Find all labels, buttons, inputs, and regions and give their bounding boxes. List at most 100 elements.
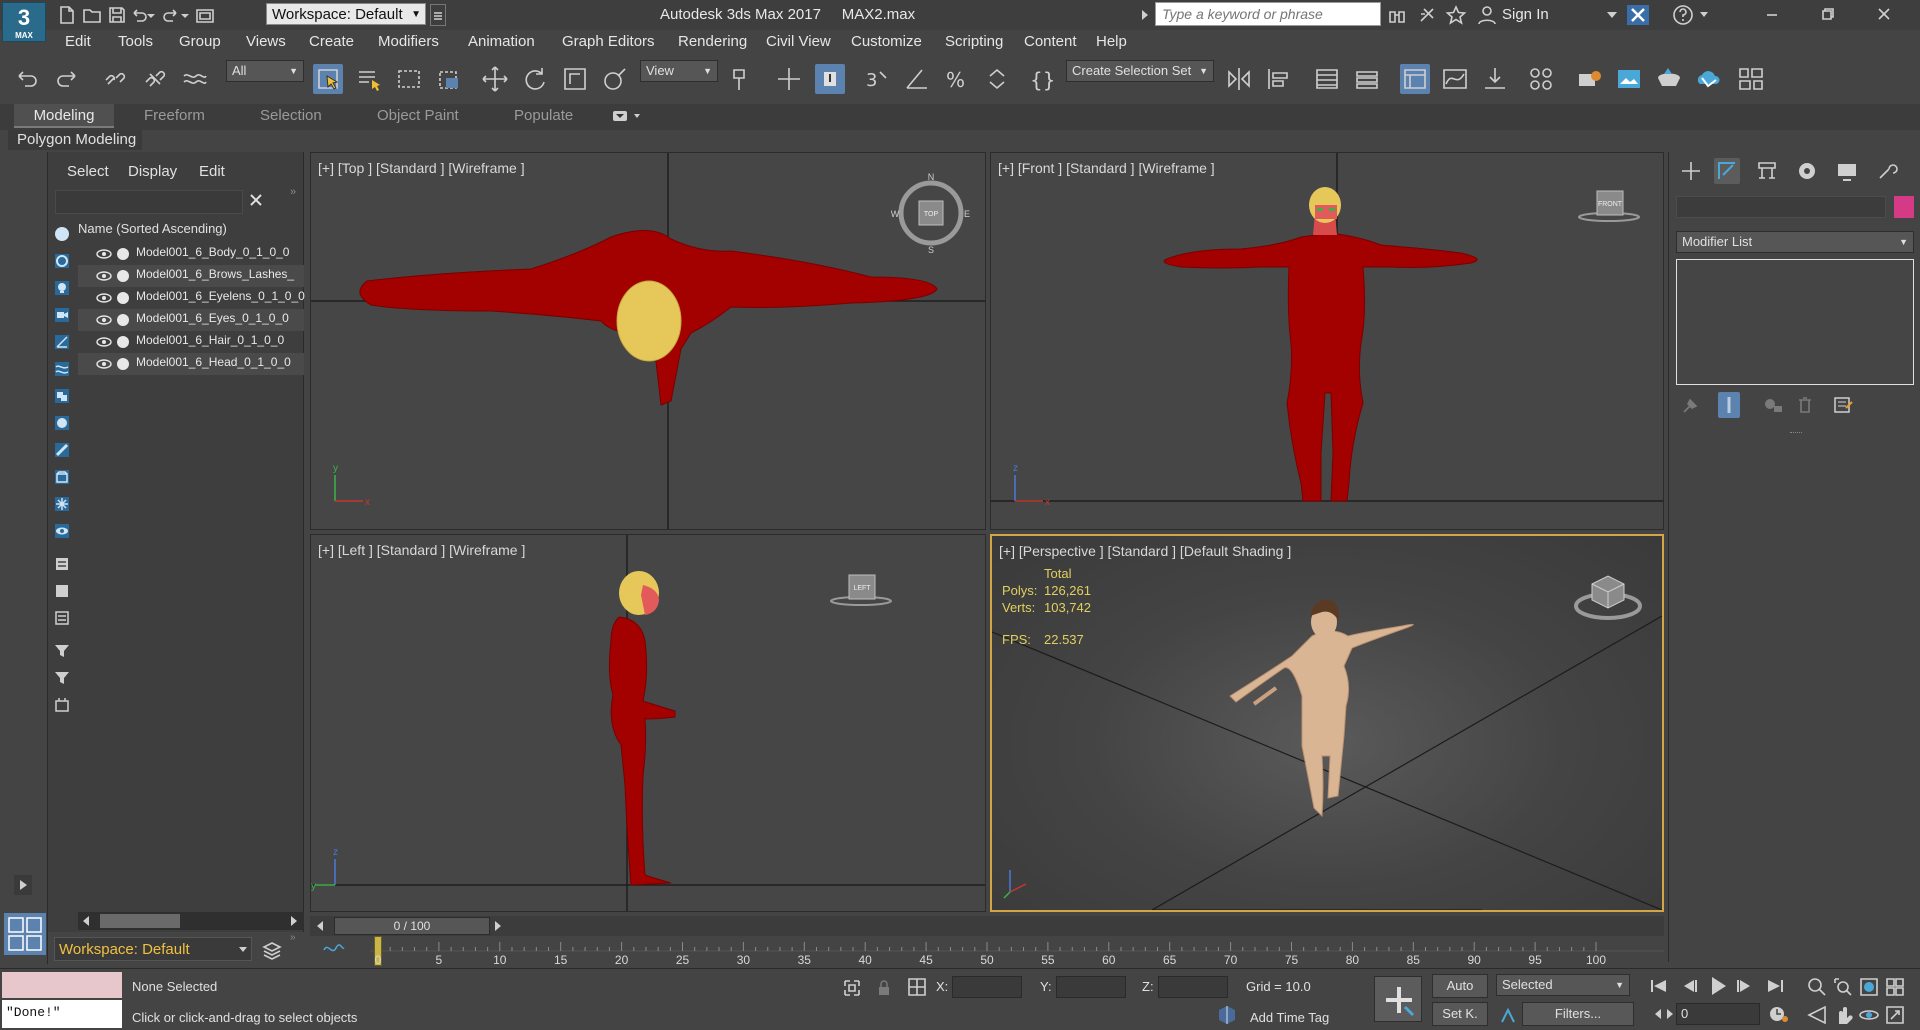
render-in-cloud-icon[interactable] <box>1694 64 1724 94</box>
menu-rendering[interactable]: Rendering <box>678 33 747 50</box>
ribbon-tab-selection[interactable]: Selection <box>260 107 322 124</box>
menu-edit[interactable]: Edit <box>65 33 91 50</box>
redo-icon[interactable] <box>160 4 182 26</box>
explorer-workspace-dropdown-icon[interactable] <box>238 944 248 954</box>
viewcube-left[interactable]: LEFT <box>823 571 903 611</box>
go-to-start-icon[interactable] <box>1648 976 1670 996</box>
freeze-dot-icon[interactable] <box>117 314 129 326</box>
time-tag-icon[interactable] <box>1216 1004 1238 1026</box>
viewport-perspective[interactable]: [+] [Perspective ] [Standard ] [Default … <box>990 534 1664 912</box>
search-expand-icon[interactable] <box>1140 6 1152 24</box>
autodesk-exchange-icon[interactable] <box>1627 5 1649 25</box>
show-end-result-icon[interactable] <box>1718 392 1740 418</box>
explorer-menu-edit[interactable]: Edit <box>199 163 225 180</box>
list-item[interactable]: Model001_6_Head_0_1_0_0 <box>78 353 304 375</box>
select-and-link-icon[interactable] <box>100 64 130 94</box>
add-time-tag-button[interactable]: Add Time Tag <box>1250 1010 1329 1025</box>
ribbon-options-icon[interactable] <box>612 109 642 123</box>
workspace-dropdown[interactable]: Workspace: Default ▼ <box>266 3 426 25</box>
binoculars-icon[interactable] <box>1386 4 1408 26</box>
explorer-workspace-selector[interactable]: Workspace: Default <box>54 937 252 961</box>
ribbon-toggle-icon[interactable] <box>1400 64 1430 94</box>
previous-frame-icon[interactable] <box>1678 976 1700 996</box>
close-button[interactable] <box>1856 0 1912 30</box>
isolate-selection-icon[interactable] <box>842 978 862 998</box>
motion-panel-icon[interactable] <box>1794 158 1820 184</box>
ribbon-tab-object-paint[interactable]: Object Paint <box>377 107 459 124</box>
display-object-xrefs-icon[interactable] <box>52 413 72 433</box>
visibility-eye-icon[interactable] <box>96 336 112 348</box>
menu-animation[interactable]: Animation <box>468 33 535 50</box>
y-coordinate-field[interactable] <box>1056 976 1126 998</box>
viewport-layout-icon[interactable] <box>4 913 46 955</box>
hierarchy-panel-icon[interactable] <box>1754 158 1780 184</box>
viewport-left[interactable]: z y [+] [Left ] [Standard ] [Wireframe ]… <box>310 534 986 912</box>
restore-button[interactable] <box>1800 0 1856 30</box>
field-of-view-icon[interactable] <box>1806 1004 1828 1026</box>
help-icon[interactable] <box>1672 4 1694 26</box>
viewport-label-perspective[interactable]: [+] [Perspective ] [Standard ] [Default … <box>999 543 1291 559</box>
remove-modifier-icon[interactable] <box>1794 394 1816 416</box>
visibility-eye-icon[interactable] <box>96 292 112 304</box>
go-to-end-icon[interactable] <box>1764 976 1786 996</box>
sign-in-button[interactable]: Sign In <box>1502 6 1549 23</box>
object-name-field[interactable] <box>1676 196 1886 218</box>
redo-toolbar-icon[interactable] <box>52 64 82 94</box>
time-configuration-icon[interactable] <box>1768 1004 1790 1024</box>
rotate-icon[interactable] <box>520 64 550 94</box>
key-filter-selected-dropdown[interactable]: Selected ▼ <box>1496 974 1630 996</box>
z-coordinate-field[interactable] <box>1158 976 1228 998</box>
menu-group[interactable]: Group <box>179 33 221 50</box>
menu-graph-editors[interactable]: Graph Editors <box>562 33 655 50</box>
schematic-view-icon[interactable] <box>1480 64 1510 94</box>
curve-editor-icon[interactable] <box>1440 64 1470 94</box>
display-space-warps-icon[interactable] <box>52 359 72 379</box>
align-icon[interactable] <box>1264 64 1294 94</box>
freeze-dot-icon[interactable] <box>117 248 129 260</box>
render-production-icon[interactable] <box>1654 64 1684 94</box>
explorer-menu-display[interactable]: Display <box>128 163 177 180</box>
layer-explorer-icon[interactable] <box>1352 64 1382 94</box>
rectangular-selection-region-icon[interactable] <box>394 64 424 94</box>
reference-coordinate-dropdown[interactable]: View ▼ <box>640 60 718 82</box>
bounding-box-icon[interactable] <box>52 695 72 715</box>
display-containers-icon[interactable] <box>52 467 72 487</box>
rendered-frame-window-icon[interactable] <box>1614 64 1644 94</box>
zoom-extents-all-icon[interactable] <box>1884 976 1906 998</box>
layer-stack-icon[interactable] <box>262 940 282 960</box>
media-browser-icon[interactable] <box>1736 64 1766 94</box>
display-bones-icon[interactable] <box>52 440 72 460</box>
visibility-eye-icon[interactable] <box>96 248 112 260</box>
material-editor-icon[interactable] <box>1526 64 1556 94</box>
zoom-all-icon[interactable] <box>1832 976 1854 998</box>
utilities-panel-icon[interactable] <box>1874 158 1900 184</box>
list-item[interactable]: Model001_6_Hair_0_1_0_0 <box>78 331 304 353</box>
workspace-menu-button[interactable] <box>430 4 446 26</box>
help-dropdown-icon[interactable] <box>1699 10 1709 20</box>
explorer-search-input[interactable] <box>55 190 243 214</box>
modify-panel-icon[interactable] <box>1714 158 1740 184</box>
scroll-left-icon[interactable] <box>80 914 92 928</box>
zoom-icon[interactable] <box>1806 976 1828 998</box>
select-by-name-icon[interactable] <box>354 64 384 94</box>
visibility-eye-icon[interactable] <box>96 270 112 282</box>
select-manipulate-icon[interactable] <box>774 64 804 94</box>
display-hidden-icon[interactable] <box>52 521 72 541</box>
key-filters-button[interactable]: Filters... <box>1522 1002 1634 1026</box>
viewport-label-top[interactable]: [+] [Top ] [Standard ] [Wireframe ] <box>318 160 525 176</box>
modifier-stack[interactable] <box>1676 259 1914 385</box>
time-slider[interactable] <box>310 916 1664 936</box>
menu-help[interactable]: Help <box>1096 33 1127 50</box>
menu-scripting[interactable]: Scripting <box>945 33 1003 50</box>
current-frame-spinner[interactable]: 0 <box>1676 1003 1760 1025</box>
modifier-list-dropdown[interactable]: Modifier List ▼ <box>1676 231 1914 253</box>
select-object-icon[interactable] <box>313 64 343 94</box>
new-file-icon[interactable] <box>56 4 78 26</box>
polygon-modeling-panel[interactable]: Polygon Modeling <box>8 130 142 150</box>
expand-layouts-button[interactable] <box>14 875 32 895</box>
next-frame-icon[interactable] <box>1734 976 1756 996</box>
snaps-toggle-icon[interactable]: 3 <box>862 64 892 94</box>
place-icon[interactable] <box>600 64 630 94</box>
orbit-icon[interactable] <box>1858 1004 1880 1026</box>
time-next-icon[interactable] <box>490 918 506 934</box>
